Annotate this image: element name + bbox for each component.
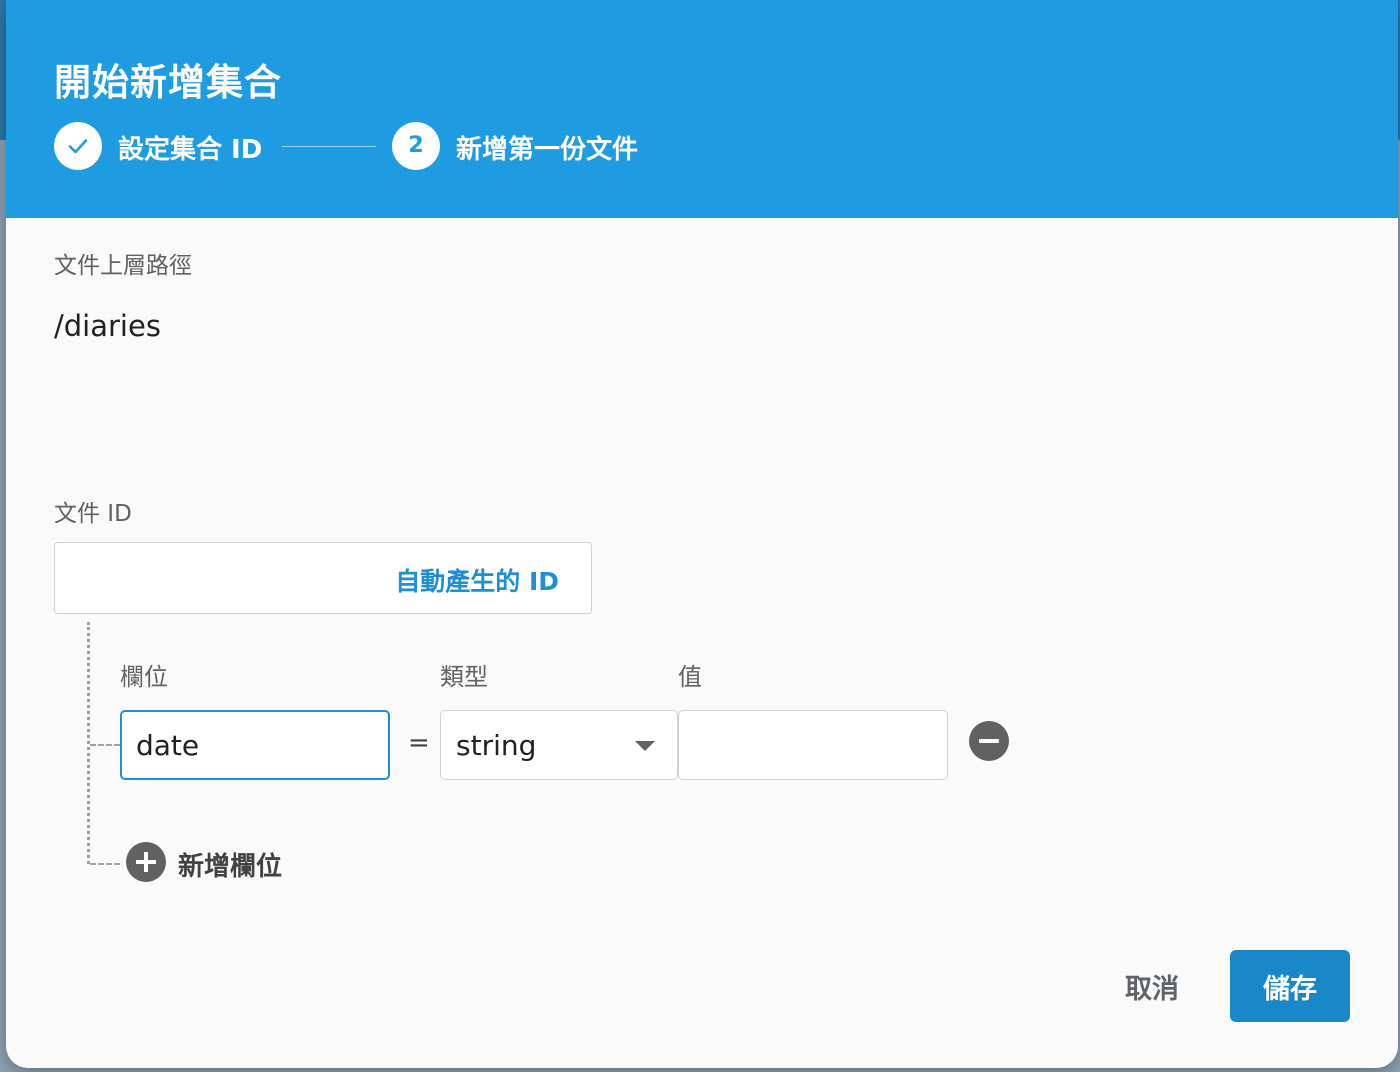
field-value-input[interactable] — [678, 710, 948, 780]
tree-connector-vertical — [87, 622, 90, 864]
auto-id-button[interactable]: 自動產生的 ID — [395, 562, 559, 598]
field-type-select[interactable]: string — [440, 710, 678, 780]
document-id-label: 文件 ID — [54, 501, 132, 527]
value-column-label: 值 — [678, 663, 702, 691]
dropdown-arrow-icon — [635, 741, 655, 751]
add-field-label: 新增欄位 — [178, 852, 283, 882]
dialog-header: 開始新增集合 設定集合 ID 2 新增第一份文件 — [6, 0, 1398, 218]
cancel-button[interactable]: 取消 — [1110, 950, 1194, 1022]
tree-connector-branch — [90, 744, 120, 746]
step-2-number: 2 — [392, 122, 440, 170]
remove-field-icon[interactable] — [969, 721, 1009, 761]
equals-sign: = — [408, 728, 430, 758]
add-collection-dialog: 開始新增集合 設定集合 ID 2 新增第一份文件 文件上層路徑 /diaries… — [6, 0, 1398, 1068]
step-1-completed-indicator — [54, 122, 102, 170]
field-column-label: 欄位 — [120, 663, 168, 691]
check-icon — [68, 139, 88, 154]
add-circle-icon — [126, 842, 166, 882]
parent-path-value: /diaries — [54, 309, 161, 343]
type-column-label: 類型 — [440, 663, 488, 691]
parent-path-label: 文件上層路徑 — [54, 253, 192, 279]
dialog-title: 開始新增集合 — [54, 61, 282, 104]
field-name-input[interactable] — [120, 710, 390, 780]
save-button[interactable]: 儲存 — [1230, 950, 1350, 1022]
step-2-label: 新增第一份文件 — [456, 135, 639, 165]
tree-connector-branch — [90, 863, 120, 865]
document-id-input[interactable]: 自動產生的 ID — [54, 542, 592, 614]
step-1-label: 設定集合 ID — [118, 135, 263, 165]
field-type-value: string — [456, 729, 537, 762]
step-connector — [282, 146, 376, 147]
